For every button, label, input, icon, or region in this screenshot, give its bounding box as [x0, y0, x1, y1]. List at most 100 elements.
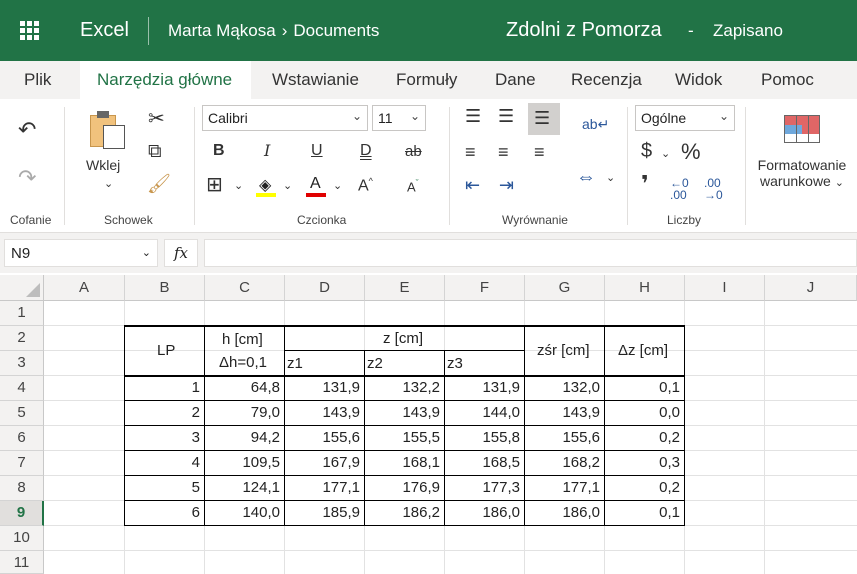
decrease-decimal-icon[interactable]: .00 →0: [704, 177, 723, 201]
select-all-button[interactable]: [0, 275, 44, 301]
column-header[interactable]: H: [605, 275, 685, 301]
fill-color-icon[interactable]: ◈: [256, 175, 276, 197]
chevron-down-icon[interactable]: ⌄: [333, 181, 342, 192]
name-box[interactable]: N9 ⌄: [4, 239, 158, 267]
table-cell[interactable]: 168,5: [482, 454, 520, 471]
scissors-icon[interactable]: ✂: [148, 109, 165, 129]
breadcrumb-user[interactable]: Marta Mąkosa: [168, 21, 276, 41]
table-cell[interactable]: 186,0: [482, 504, 520, 521]
header-z1[interactable]: z1: [287, 355, 303, 372]
column-header[interactable]: A: [44, 275, 125, 301]
tab-data[interactable]: Dane: [495, 70, 536, 90]
paste-icon[interactable]: [90, 111, 126, 149]
tab-review[interactable]: Recenzja: [571, 70, 642, 90]
table-cell[interactable]: 124,1: [242, 479, 280, 496]
table-cell[interactable]: 143,9: [562, 404, 600, 421]
table-cell[interactable]: 177,1: [322, 479, 360, 496]
conditional-formatting-icon[interactable]: [784, 115, 820, 143]
table-cell[interactable]: 5: [192, 479, 200, 496]
strikethrough-button[interactable]: ab: [405, 144, 422, 159]
table-cell[interactable]: 177,1: [562, 479, 600, 496]
currency-button[interactable]: $: [641, 141, 652, 161]
chevron-down-icon[interactable]: ⌄: [234, 181, 243, 192]
table-cell[interactable]: 0,1: [659, 379, 680, 396]
wrap-text-icon[interactable]: ab↵: [582, 117, 609, 131]
shrink-font-button[interactable]: Aˇ: [407, 179, 419, 194]
table-cell[interactable]: 186,0: [562, 504, 600, 521]
double-underline-button[interactable]: D: [360, 143, 372, 159]
header-dh[interactable]: Δh=0,1: [219, 354, 267, 371]
table-cell[interactable]: 155,6: [322, 429, 360, 446]
table-cell[interactable]: 131,9: [322, 379, 360, 396]
align-middle-icon[interactable]: ☰: [498, 107, 514, 125]
row-header[interactable]: 10: [0, 526, 44, 551]
document-title[interactable]: Zdolni z Pomorza: [506, 19, 662, 42]
row-header[interactable]: 7: [0, 451, 44, 476]
column-header[interactable]: B: [125, 275, 205, 301]
table-cell[interactable]: 168,2: [562, 454, 600, 471]
header-z[interactable]: z [cm]: [383, 330, 423, 347]
table-cell[interactable]: 143,9: [322, 404, 360, 421]
align-left-icon[interactable]: ≡: [465, 143, 476, 161]
row-header[interactable]: 1: [0, 301, 44, 326]
italic-button[interactable]: I: [264, 143, 270, 159]
table-cell[interactable]: 132,2: [402, 379, 440, 396]
table-cell[interactable]: 94,2: [251, 429, 280, 446]
breadcrumb-folder[interactable]: Documents: [293, 21, 379, 41]
chevron-down-icon[interactable]: ⌄: [283, 181, 292, 192]
table-cell[interactable]: 168,1: [402, 454, 440, 471]
tab-file[interactable]: Plik: [24, 70, 51, 90]
bold-button[interactable]: B: [213, 143, 225, 159]
insert-function-button[interactable]: fx: [164, 239, 198, 267]
table-cell[interactable]: 176,9: [402, 479, 440, 496]
table-cell[interactable]: 0,2: [659, 479, 680, 496]
number-format-dropdown[interactable]: Ogólne ⌄: [635, 105, 735, 131]
table-cell[interactable]: 186,2: [402, 504, 440, 521]
tab-home[interactable]: Narzędzia główne: [97, 70, 232, 90]
tab-insert[interactable]: Wstawianie: [272, 70, 359, 90]
copy-icon[interactable]: ⧉: [148, 142, 162, 161]
row-header-selected[interactable]: 9: [0, 501, 44, 526]
table-cell[interactable]: 0,3: [659, 454, 680, 471]
borders-icon[interactable]: ⊞: [206, 175, 223, 195]
align-top-icon[interactable]: ☰: [465, 107, 481, 125]
row-header[interactable]: 6: [0, 426, 44, 451]
formula-input[interactable]: [204, 239, 857, 267]
header-h[interactable]: h [cm]: [222, 331, 263, 348]
align-center-icon[interactable]: ≡: [498, 143, 509, 161]
table-cell[interactable]: 143,9: [402, 404, 440, 421]
header-dz[interactable]: Δz [cm]: [618, 342, 668, 359]
column-header[interactable]: J: [765, 275, 857, 301]
column-header[interactable]: C: [205, 275, 285, 301]
table-cell[interactable]: 144,0: [482, 404, 520, 421]
table-cell[interactable]: 177,3: [482, 479, 520, 496]
table-cell[interactable]: 155,5: [402, 429, 440, 446]
table-cell[interactable]: 185,9: [322, 504, 360, 521]
row-header[interactable]: 11: [0, 551, 44, 574]
column-header[interactable]: I: [685, 275, 765, 301]
align-right-icon[interactable]: ≡: [534, 143, 545, 161]
font-size-dropdown[interactable]: 11 ⌄: [372, 105, 426, 131]
table-cell[interactable]: 132,0: [562, 379, 600, 396]
underline-button[interactable]: U: [311, 143, 323, 159]
row-header[interactable]: 3: [0, 351, 44, 376]
table-cell[interactable]: 131,9: [482, 379, 520, 396]
column-header[interactable]: G: [525, 275, 605, 301]
table-cell[interactable]: 167,9: [322, 454, 360, 471]
app-launcher-icon[interactable]: [20, 21, 40, 41]
paste-button[interactable]: Wklej: [86, 157, 120, 173]
increase-indent-icon[interactable]: ⇥: [499, 176, 514, 194]
tab-formulas[interactable]: Formuły: [396, 70, 457, 90]
table-cell[interactable]: 0,2: [659, 429, 680, 446]
merge-center-icon[interactable]: ⇔: [576, 167, 596, 187]
comma-style-button[interactable]: ❜: [641, 173, 649, 195]
header-lp[interactable]: LP: [157, 342, 175, 359]
spreadsheet-grid[interactable]: A B C D E F G H I J 1 2 3 4 5 6 7 8 9 10…: [0, 275, 857, 574]
format-painter-icon[interactable]: 🖌: [147, 175, 171, 194]
table-cell[interactable]: 0,0: [659, 404, 680, 421]
table-cell[interactable]: 4: [192, 454, 200, 471]
header-zsr[interactable]: zśr [cm]: [537, 342, 590, 359]
table-cell[interactable]: 64,8: [251, 379, 280, 396]
table-cell[interactable]: 3: [192, 429, 200, 446]
table-cell[interactable]: 2: [192, 404, 200, 421]
